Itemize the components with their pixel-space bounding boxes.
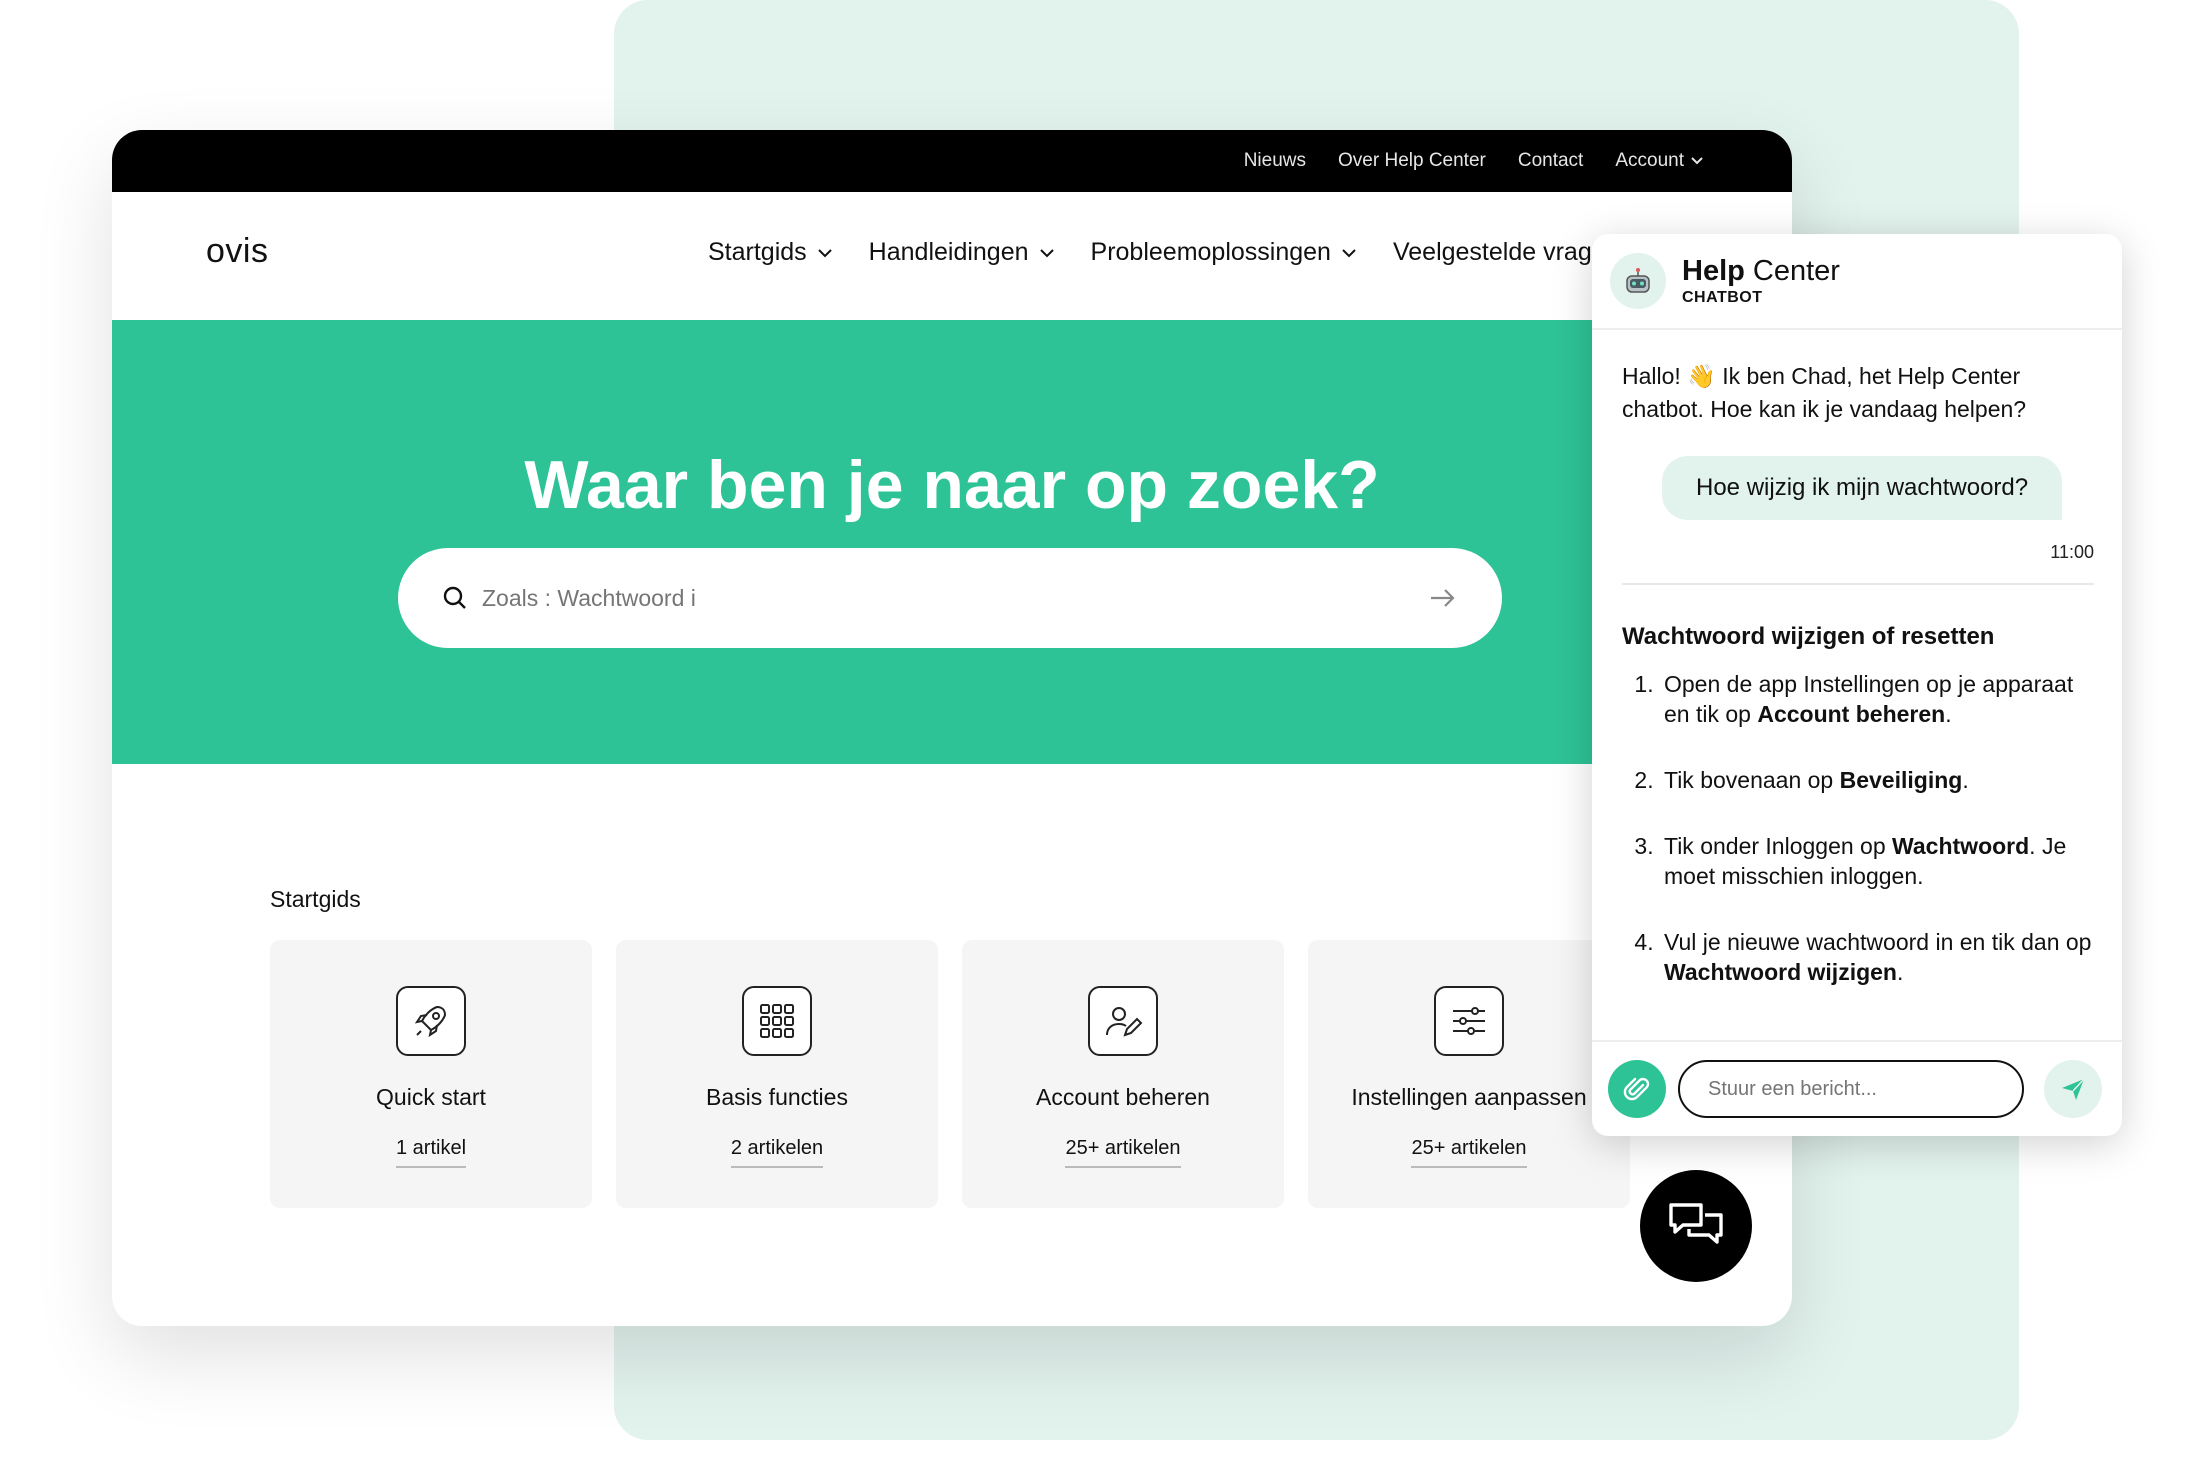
card-count[interactable]: 2 artikelen bbox=[730, 1137, 824, 1168]
answer-step: Tik onder Inloggen op Wachtwoord. Je moe… bbox=[1660, 831, 2094, 891]
chat-footer bbox=[1592, 1040, 2122, 1136]
chevron-down-icon bbox=[1039, 248, 1054, 257]
divider bbox=[1622, 583, 2094, 585]
hero-section: Waar ben je naar op zoek? bbox=[112, 320, 1792, 764]
answer-step: Open de app Instellingen op je apparaat … bbox=[1660, 669, 2094, 729]
chat-bubbles-icon bbox=[1669, 1203, 1723, 1244]
chat-title-bold: Help bbox=[1682, 255, 1745, 287]
card-quick-start[interactable]: Quick start 1 artikel bbox=[270, 940, 592, 1208]
card-count[interactable]: 25+ artikelen bbox=[1411, 1137, 1527, 1168]
chevron-down-icon bbox=[1342, 248, 1356, 257]
arrow-right-icon[interactable] bbox=[1428, 586, 1458, 610]
answer-step: Vul je nieuwe wachtwoord in en tik dan o… bbox=[1660, 927, 2094, 987]
user-edit-icon bbox=[1088, 986, 1158, 1056]
menu-item-probleemoplossingen[interactable]: Probleemoplossingen bbox=[1091, 238, 1357, 267]
send-icon bbox=[2062, 1078, 2085, 1100]
card-title: Quick start bbox=[376, 1084, 486, 1110]
step-text: Tik onder Inloggen op bbox=[1664, 833, 1893, 859]
step-bold: Beveiliging bbox=[1839, 767, 1963, 793]
menu-item-label: Handleidingen bbox=[868, 238, 1029, 266]
chevron-down-icon bbox=[1691, 157, 1703, 165]
message-time: 11:00 bbox=[2050, 542, 2094, 562]
topbar-link-about[interactable]: Over Help Center bbox=[1338, 150, 1486, 172]
hero-title: Waar ben je naar op zoek? bbox=[524, 447, 1380, 523]
answer-title: Wachtwoord wijzigen of resetten bbox=[1622, 623, 1995, 650]
logo[interactable]: ovis bbox=[206, 232, 268, 271]
chat-title-text: Help Center bbox=[1682, 255, 1840, 288]
chat-subtitle: CHATBOT bbox=[1682, 289, 1763, 306]
chat-launcher-button[interactable] bbox=[1640, 1170, 1752, 1282]
chat-title: Help Center CHATBOT bbox=[1682, 255, 1840, 307]
section-title: Startgids bbox=[270, 886, 361, 912]
chat-header: Help Center CHATBOT bbox=[1592, 234, 2122, 330]
search-bar bbox=[398, 548, 1502, 648]
greeting-text: Hallo! bbox=[1622, 363, 1688, 389]
menu-item-veelgestelde-vragen[interactable]: Veelgestelde vrag bbox=[1393, 238, 1592, 267]
step-text: Tik bovenaan op bbox=[1664, 767, 1840, 793]
answer-steps: Open de app Instellingen op je apparaat … bbox=[1622, 669, 2094, 987]
account-menu[interactable]: Account bbox=[1615, 150, 1704, 172]
card-basis-functies[interactable]: Basis functies 2 artikelen bbox=[616, 940, 938, 1208]
topbar-link-contact[interactable]: Contact bbox=[1518, 150, 1583, 172]
menu-item-startgids[interactable]: Startgids bbox=[708, 238, 833, 267]
card-count[interactable]: 1 artikel bbox=[395, 1137, 467, 1168]
robot-icon bbox=[1626, 268, 1650, 293]
step-bold: Wachtwoord wijzigen bbox=[1664, 959, 1897, 985]
chatbot-panel: Help Center CHATBOT Hallo! 👋 Ik ben Chad… bbox=[1592, 234, 2122, 1136]
card-count[interactable]: 25+ artikelen bbox=[1065, 1137, 1181, 1168]
paperclip-icon bbox=[1623, 1077, 1650, 1101]
step-text: . bbox=[1896, 959, 1904, 985]
step-text: . bbox=[1945, 701, 1952, 727]
search-input[interactable] bbox=[482, 584, 1428, 612]
step-bold: Wachtwoord bbox=[1892, 833, 2030, 859]
account-label: Account bbox=[1615, 150, 1684, 171]
card-title: Account beheren bbox=[1036, 1084, 1210, 1110]
category-cards: Quick start 1 artikel Basis functies 2 a… bbox=[270, 940, 1630, 1208]
menu-item-handleidingen[interactable]: Handleidingen bbox=[869, 238, 1055, 267]
step-text: Vul je nieuwe wachtwoord in en tik dan o… bbox=[1664, 929, 2092, 955]
chat-body: Hallo! 👋 Ik ben Chad, het Help Center ch… bbox=[1592, 330, 2122, 987]
main-nav: ovis Startgids Handleidingen Probleemopl… bbox=[112, 192, 1792, 320]
step-bold: Account beheren bbox=[1757, 701, 1946, 727]
menu-item-label: Startgids bbox=[708, 238, 807, 266]
topbar-link-news[interactable]: Nieuws bbox=[1244, 150, 1306, 172]
attach-button[interactable] bbox=[1608, 1060, 1666, 1118]
card-title: Instellingen aanpassen bbox=[1351, 1084, 1587, 1110]
search-icon bbox=[443, 586, 466, 609]
chat-title-rest: Center bbox=[1744, 255, 1840, 287]
menu-item-label: Probleemoplossingen bbox=[1090, 238, 1331, 266]
step-text: . bbox=[1962, 767, 1969, 793]
message-input[interactable] bbox=[1678, 1060, 2024, 1118]
rocket-icon bbox=[396, 986, 466, 1056]
bot-avatar bbox=[1610, 253, 1666, 309]
chevron-down-icon bbox=[817, 248, 832, 257]
main-menu: Startgids Handleidingen Probleemoplossin… bbox=[708, 238, 1592, 267]
card-account-beheren[interactable]: Account beheren 25+ artikelen bbox=[962, 940, 1284, 1208]
bot-greeting: Hallo! 👋 Ik ben Chad, het Help Center ch… bbox=[1622, 360, 2094, 426]
wave-icon: 👋 bbox=[1687, 363, 1716, 389]
card-title: Basis functies bbox=[706, 1084, 848, 1110]
send-button[interactable] bbox=[2044, 1060, 2102, 1118]
answer-step: Tik bovenaan op Beveiliging. bbox=[1660, 765, 2094, 795]
grid-icon bbox=[742, 986, 812, 1056]
sliders-icon bbox=[1434, 986, 1504, 1056]
card-instellingen-aanpassen[interactable]: Instellingen aanpassen 25+ artikelen bbox=[1308, 940, 1630, 1208]
user-message: Hoe wijzig ik mijn wachtwoord? bbox=[1662, 456, 2063, 520]
browser-window: Nieuws Over Help Center Contact Account … bbox=[112, 130, 1792, 1326]
top-bar: Nieuws Over Help Center Contact Account bbox=[112, 130, 1792, 192]
menu-item-label: Veelgestelde vrag bbox=[1392, 238, 1592, 266]
